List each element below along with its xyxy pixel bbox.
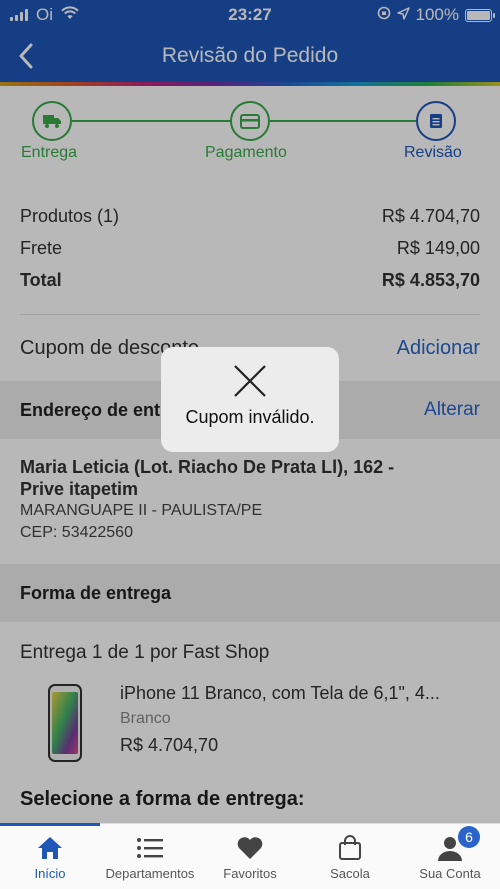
bag-icon xyxy=(337,832,363,864)
delivery-count-line: Entrega 1 de 1 por Fast Shop xyxy=(0,622,500,676)
status-right: 100% xyxy=(377,5,495,25)
card-icon xyxy=(240,113,260,129)
address-line-2: Prive itapetim xyxy=(20,479,139,499)
products-label: Produtos (1) xyxy=(20,205,120,226)
truck-icon xyxy=(43,115,61,128)
shipping-value: R$ 149,00 xyxy=(396,237,480,258)
tab-label-favoritos: Favoritos xyxy=(223,866,277,881)
tab-departamentos[interactable]: Departamentos xyxy=(100,832,200,888)
summary-total-row: Total R$ 4.853,70 xyxy=(20,264,480,296)
battery-icon xyxy=(465,8,495,22)
tab-inicio[interactable]: Início xyxy=(0,832,100,888)
tab-label-sacola: Sacola xyxy=(330,866,370,881)
account-badge: 6 xyxy=(458,826,480,848)
active-tab-indicator xyxy=(0,823,100,826)
total-label: Total xyxy=(20,269,62,290)
delivery-section-header: Forma de entrega xyxy=(0,564,500,622)
error-toast: Cupom inválido. xyxy=(161,347,339,452)
step-revisao[interactable] xyxy=(416,101,456,141)
tab-favoritos[interactable]: Favoritos xyxy=(200,832,300,888)
add-coupon-button[interactable]: Adicionar xyxy=(397,337,480,360)
delivery-seller: por Fast Shop xyxy=(149,642,270,663)
delivery-count: Entrega 1 de 1 xyxy=(20,642,145,663)
step-label-entrega: Entrega xyxy=(21,144,78,161)
close-icon xyxy=(234,365,266,397)
summary-products-row: Produtos (1) R$ 4.704,70 xyxy=(20,200,480,232)
step-label-pagamento: Pagamento xyxy=(205,144,287,161)
top-bar: Oi 23:27 100% Revisão do Pedido xyxy=(0,0,500,86)
bottom-tab-bar: Início Departamentos Favoritos Sacola 6 … xyxy=(0,823,500,889)
address-cep: CEP: 53422560 xyxy=(20,524,133,541)
address-line-1: Maria Leticia (Lot. Riacho De Prata Ll),… xyxy=(20,457,395,477)
battery-percent: 100% xyxy=(415,5,459,24)
shipping-label: Frete xyxy=(20,237,63,258)
product-price: R$ 4.704,70 xyxy=(120,735,219,755)
product-name: iPhone 11 Branco, com Tela de 6,1", 4... xyxy=(120,683,440,703)
nav-bar: Revisão do Pedido xyxy=(0,30,500,82)
select-delivery-title: Selecione a forma de entrega: xyxy=(20,788,305,810)
tab-label-sua-conta: Sua Conta xyxy=(419,866,481,881)
summary-shipping-row: Frete R$ 149,00 xyxy=(20,232,480,264)
address-line-3: MARANGUAPE II - PAULISTA/PE xyxy=(20,502,263,519)
list-icon xyxy=(136,832,164,864)
toast-message: Cupom inválido. xyxy=(185,407,315,427)
delivery-address: Maria Leticia (Lot. Riacho De Prata Ll),… xyxy=(0,439,500,564)
step-label-revisao: Revisão xyxy=(404,144,462,161)
product-item[interactable]: iPhone 11 Branco, com Tela de 6,1", 4...… xyxy=(0,676,500,774)
rotation-lock-icon xyxy=(377,5,391,25)
document-icon xyxy=(430,114,442,128)
user-icon: 6 xyxy=(436,826,480,864)
checkout-stepper: Entrega Pagamento Revisão xyxy=(0,86,500,180)
order-summary: Produtos (1) R$ 4.704,70 Frete R$ 149,00… xyxy=(0,180,500,306)
home-icon xyxy=(36,832,64,864)
tab-sacola[interactable]: Sacola xyxy=(300,832,400,888)
status-bar: Oi 23:27 100% xyxy=(0,0,500,30)
change-address-button[interactable]: Alterar xyxy=(424,399,480,421)
location-icon xyxy=(396,5,410,25)
page-title: Revisão do Pedido xyxy=(161,44,339,67)
total-value: R$ 4.853,70 xyxy=(381,269,480,290)
product-image xyxy=(40,680,90,766)
tab-label-departamentos: Departamentos xyxy=(105,866,195,881)
product-info: iPhone 11 Branco, com Tela de 6,1", 4...… xyxy=(120,680,440,766)
order-review-content: Produtos (1) R$ 4.704,70 Frete R$ 149,00… xyxy=(0,180,500,825)
step-pagamento[interactable] xyxy=(230,101,270,141)
step-entrega[interactable] xyxy=(32,101,72,141)
tab-label-inicio: Início xyxy=(34,866,66,881)
product-variant: Branco xyxy=(120,710,171,727)
heart-icon xyxy=(236,832,264,864)
tab-sua-conta[interactable]: 6 Sua Conta xyxy=(400,826,500,888)
step-connector xyxy=(270,120,416,122)
delivery-section-title: Forma de entrega xyxy=(20,582,172,603)
products-value: R$ 4.704,70 xyxy=(381,205,480,226)
step-connector xyxy=(72,120,230,122)
